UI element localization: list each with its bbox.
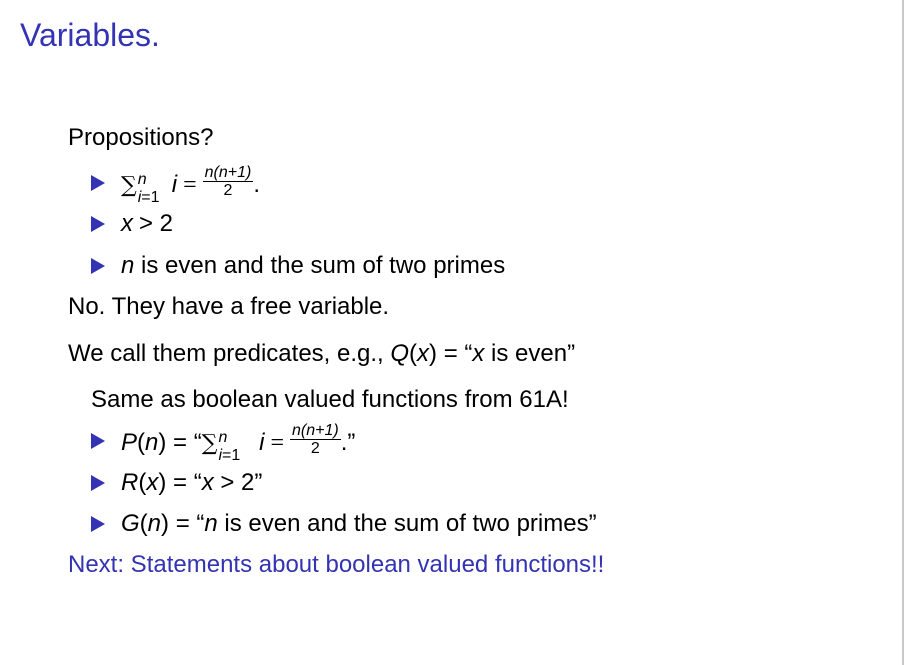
bullet-r-of-x: R(x) = “x > 2”	[121, 469, 263, 496]
sum-symbol: ∑	[121, 172, 137, 198]
same-as-61a-line: Same as boolean valued functions from 61…	[91, 386, 569, 413]
bullet-triangle-icon	[91, 258, 105, 274]
fraction: n(n+1) 2	[202, 164, 254, 199]
propositions-heading: Propositions?	[68, 124, 214, 151]
bullet-triangle-icon	[91, 216, 105, 232]
bullet-x-gt-2: x > 2	[121, 210, 174, 237]
bullet-g-of-n: G(n) = “n is even and the sum of two pri…	[121, 510, 597, 537]
sum-limits: n i=1	[137, 170, 160, 206]
next-topic-line: Next: Statements about boolean valued fu…	[68, 551, 605, 578]
bullet-triangle-icon	[91, 175, 105, 191]
slide-title: Variables.	[20, 17, 160, 53]
no-free-variable-line: No. They have a free variable.	[68, 293, 390, 320]
bullet-sum-formula: ∑ n i=1 i = n(n+1) 2.	[121, 164, 260, 206]
bullet-p-of-n: P(n) = “∑ n i=1 i = n(n+1) 2.”	[121, 422, 356, 464]
bullet-triangle-icon	[91, 433, 105, 449]
predicates-line: We call them predicates, e.g., Q(x) = “x…	[68, 340, 576, 367]
bullet-triangle-icon	[91, 516, 105, 532]
bullet-n-even: n is even and the sum of two primes	[121, 252, 506, 279]
bullet-triangle-icon	[91, 475, 105, 491]
page-edge-rule	[902, 0, 904, 665]
